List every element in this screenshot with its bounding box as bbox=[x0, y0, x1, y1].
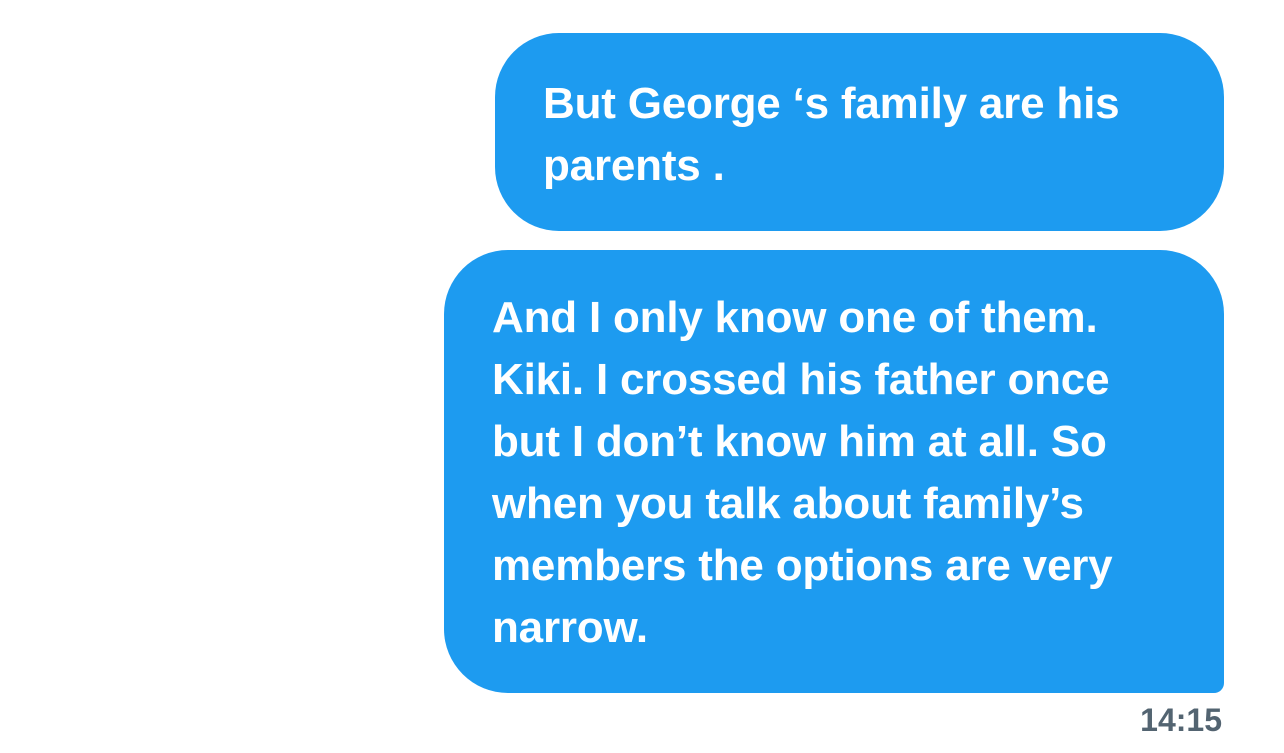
sent-message-bubble[interactable]: But George ‘s family are his parents . bbox=[495, 33, 1224, 231]
message-thread: But George ‘s family are his parents . A… bbox=[0, 0, 1284, 753]
message-timestamp: 14:15 bbox=[1140, 702, 1222, 738]
sent-message-bubble[interactable]: And I only know one of them. Kiki. I cro… bbox=[444, 250, 1224, 693]
